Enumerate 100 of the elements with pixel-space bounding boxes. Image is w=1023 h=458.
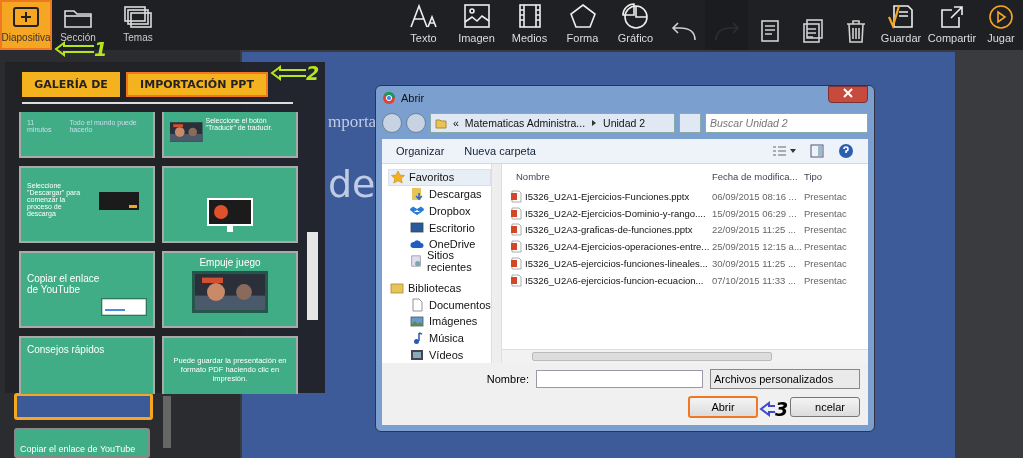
window-title: Abrir — [401, 92, 425, 105]
file-type-dropdown[interactable]: Archivos personalizados — [710, 369, 860, 389]
toolbar-button[interactable]: Compartir — [925, 0, 979, 50]
star-icon — [391, 170, 405, 185]
table-cell: Presentac — [804, 274, 847, 286]
add-slide-icon — [11, 5, 41, 29]
table-cell-text: 22/09/2015 11:25 ... — [712, 224, 797, 236]
address-bar[interactable]: « Matematicas Administra... Unidad 2 — [430, 113, 675, 134]
nav-item[interactable]: Escritorio — [388, 219, 491, 236]
folder-icon — [410, 187, 424, 202]
nav-item[interactable]: Vídeos — [388, 346, 491, 363]
file-name[interactable]: I5326_U2A3-graficas-de-funciones.pptx — [525, 224, 693, 236]
preview-pane-icon[interactable] — [810, 143, 824, 158]
cancel-button[interactable]: ncelar — [790, 397, 860, 417]
filename-field[interactable] — [536, 370, 703, 388]
search-field[interactable]: Buscar Unidad 2 — [705, 113, 868, 134]
table-cell: Presentac — [804, 241, 847, 253]
back-button[interactable] — [382, 113, 402, 134]
nav-item[interactable]: Descargas — [388, 185, 491, 203]
table-cell-text: 30/09/2015 11:25 ... — [712, 257, 797, 269]
slide-thumbnail[interactable] — [14, 393, 153, 420]
annotation-number: 3 — [775, 398, 789, 420]
nav-item[interactable]: Favoritos — [388, 168, 491, 186]
pptx-file-icon — [510, 189, 522, 203]
file-name[interactable]: I5326_U2A5-ejercicios-funciones-lineales... — [525, 257, 708, 269]
scrollbar-thumb[interactable] — [163, 396, 171, 448]
forward-button[interactable] — [406, 113, 426, 134]
toolbar-button[interactable]: Forma — [556, 0, 609, 50]
nav-item[interactable]: Documentos — [388, 296, 491, 313]
toolbar-button[interactable]: Jugar — [979, 0, 1023, 50]
table-cell-text: 15/09/2015 06:29 ... — [712, 207, 798, 219]
pptx-file-icon — [510, 223, 522, 237]
annotation-number: 2 — [306, 62, 320, 84]
nav-item[interactable]: Música — [388, 329, 491, 347]
nav-item[interactable]: Imágenes — [388, 312, 491, 330]
image-icon — [461, 3, 492, 29]
path-separator: « — [453, 117, 459, 130]
new-slide-button[interactable]: Diapositiva — [0, 0, 52, 50]
toolbar-button[interactable]: Texto — [397, 0, 450, 50]
browser-icon — [382, 91, 396, 106]
field-label: Nombre: — [486, 373, 529, 385]
nav-item[interactable]: Bibliotecas — [388, 279, 491, 297]
picture-icon — [410, 314, 424, 329]
toolbar-button[interactable]: Gráfico — [609, 0, 662, 50]
table-cell-text: 07/10/2015 11:33 ... — [712, 274, 797, 286]
breadcrumb[interactable]: Matematicas Administra... — [464, 117, 586, 130]
scrollbar[interactable] — [491, 163, 501, 363]
breadcrumb[interactable]: Unidad 2 — [603, 117, 646, 130]
table-cell: Presentac — [804, 207, 847, 219]
command-button[interactable]: Organizar — [396, 144, 445, 157]
close-button[interactable] — [828, 86, 868, 103]
command-button[interactable]: Nueva carpeta — [464, 144, 536, 157]
file-name[interactable]: I5326_U2A1-Ejercicios-Funciones.pptx — [525, 190, 690, 202]
slide-text: de — [328, 162, 376, 206]
monitor-drawing — [207, 198, 253, 234]
annotation-number: 1 — [94, 38, 108, 60]
column-header[interactable]: Tipo — [804, 171, 823, 183]
scrollbar-thumb[interactable] — [307, 232, 318, 320]
nav-item[interactable]: Dropbox — [388, 202, 491, 220]
browser-drawing — [101, 298, 147, 316]
text-icon — [408, 3, 439, 29]
file-name[interactable]: I5326_U2A4-Ejercicios-operaciones-entre... — [525, 241, 710, 253]
pptx-file-icon — [510, 256, 522, 270]
column-header[interactable]: Fecha de modifica... — [712, 171, 804, 183]
pptx-file-icon — [510, 273, 522, 287]
pptx-file-icon — [510, 240, 522, 254]
toolbar-button[interactable]: Imagen — [450, 0, 503, 50]
pentagon-icon — [567, 3, 598, 29]
stack-icon — [123, 5, 153, 29]
folder-icon — [390, 280, 404, 295]
document-icon — [410, 253, 422, 268]
folder-icon — [435, 117, 447, 130]
popup-drawing — [99, 192, 139, 210]
film-icon — [410, 347, 424, 362]
nav-item[interactable]: Sitios recientes — [388, 252, 491, 270]
document-icon — [410, 297, 424, 312]
table-cell-text: 06/09/2015 08:16 ... — [712, 190, 798, 202]
thumbnail-title: Consejos rápidos — [27, 344, 106, 355]
slide-thumbnail[interactable] — [162, 166, 298, 243]
toolbar-button[interactable]: Medios — [503, 0, 556, 50]
help-icon[interactable] — [838, 142, 854, 159]
file-name[interactable]: I5326_U2A6-ejercicios-funcion-ecuacion... — [525, 274, 704, 286]
file-name[interactable]: I5326_U2A2-Ejercicios-Dominio-y-rango.... — [525, 207, 706, 219]
open-button[interactable]: Abrir — [688, 396, 758, 418]
view-options-icon[interactable] — [772, 144, 796, 157]
screen-icon — [410, 220, 424, 235]
table-cell-text: 25/09/2015 12:15 a... — [712, 241, 803, 253]
toolbar-button[interactable]: Guardar — [877, 0, 925, 50]
toolbar-button[interactable]: Temas — [112, 0, 164, 50]
pptx-file-icon — [510, 206, 522, 220]
tab[interactable]: GALERÍA DE — [22, 72, 120, 97]
slide-text: mporta — [328, 112, 377, 132]
column-header[interactable]: Nombre — [502, 171, 712, 183]
tab[interactable]: IMPORTACIÓN PPT — [126, 72, 268, 97]
scrollbar-thumb[interactable] — [532, 352, 772, 361]
table-cell: Presentac — [804, 257, 847, 269]
play-icon — [986, 3, 1016, 29]
thumbnail-title: Empuje juego — [199, 257, 261, 268]
table-cell: Presentac — [804, 190, 847, 202]
pie-chart-icon — [620, 3, 651, 29]
